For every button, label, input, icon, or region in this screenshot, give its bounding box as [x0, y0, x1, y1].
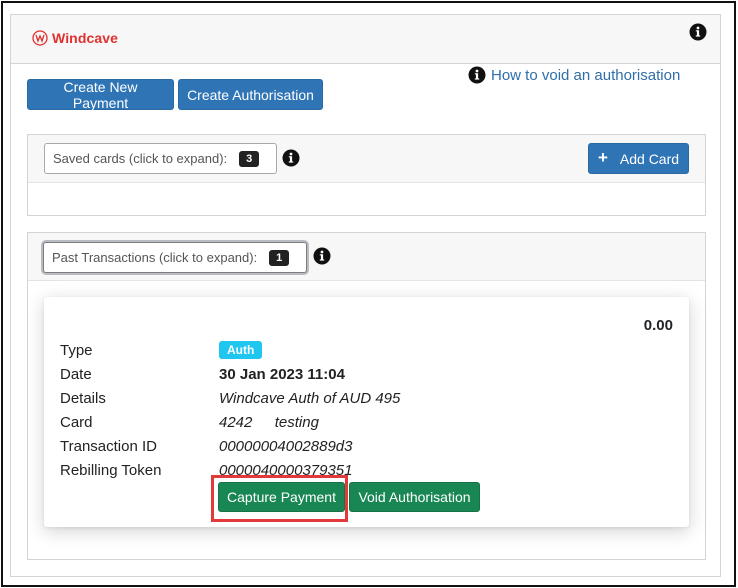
rebilling-token-label: Rebilling Token — [60, 462, 162, 479]
plus-icon: + — [597, 147, 608, 167]
void-authorisation-button[interactable]: Void Authorisation — [349, 482, 480, 512]
info-circle-icon — [468, 66, 486, 84]
add-card-button[interactable]: + Add Card — [588, 143, 689, 174]
card-name: testing — [274, 414, 319, 431]
widget-header: Windcave — [11, 15, 720, 64]
date-label: Date — [60, 366, 92, 383]
info-circle-icon[interactable] — [282, 149, 300, 167]
transaction-amount: 0.00 — [643, 317, 673, 334]
brand-name: Windcave — [52, 30, 119, 46]
auth-type-badge: Auth — [219, 341, 263, 359]
transaction-id-label: Transaction ID — [60, 438, 157, 455]
card-value: 4242 testing — [219, 414, 319, 431]
past-transactions-label: Past Transactions (click to expand): — [52, 250, 258, 265]
card-number: 4242 — [219, 414, 253, 431]
howto-void-link-text[interactable]: How to void an authorisation — [491, 67, 680, 84]
saved-cards-count-badge: 3 — [239, 150, 260, 167]
saved-cards-expander[interactable]: Saved cards (click to expand): 3 — [44, 143, 277, 174]
saved-cards-label: Saved cards (click to expand): — [53, 151, 228, 166]
create-authorisation-button[interactable]: Create Authorisation — [178, 79, 323, 110]
card-label: Card — [60, 414, 93, 431]
add-card-label: Add Card — [619, 150, 680, 167]
past-transactions-count-badge: 1 — [269, 249, 290, 266]
past-transactions-expander[interactable]: Past Transactions (click to expand): 1 — [43, 242, 307, 273]
type-label: Type — [60, 342, 93, 359]
details-value: Windcave Auth of AUD 495 — [219, 390, 401, 407]
info-circle-icon[interactable] — [689, 23, 707, 41]
create-new-payment-button[interactable]: Create New Payment — [27, 79, 174, 111]
capture-payment-highlight — [211, 475, 348, 522]
date-value: 30 Jan 2023 11:04 — [219, 366, 345, 383]
windcave-logo-icon — [32, 30, 48, 46]
details-label: Details — [60, 390, 106, 407]
windcave-logo: Windcave — [32, 30, 118, 46]
howto-void-link[interactable]: How to void an authorisation — [468, 66, 680, 84]
info-circle-icon[interactable] — [313, 247, 331, 265]
transaction-id-value: 00000004002889d3 — [219, 438, 353, 455]
